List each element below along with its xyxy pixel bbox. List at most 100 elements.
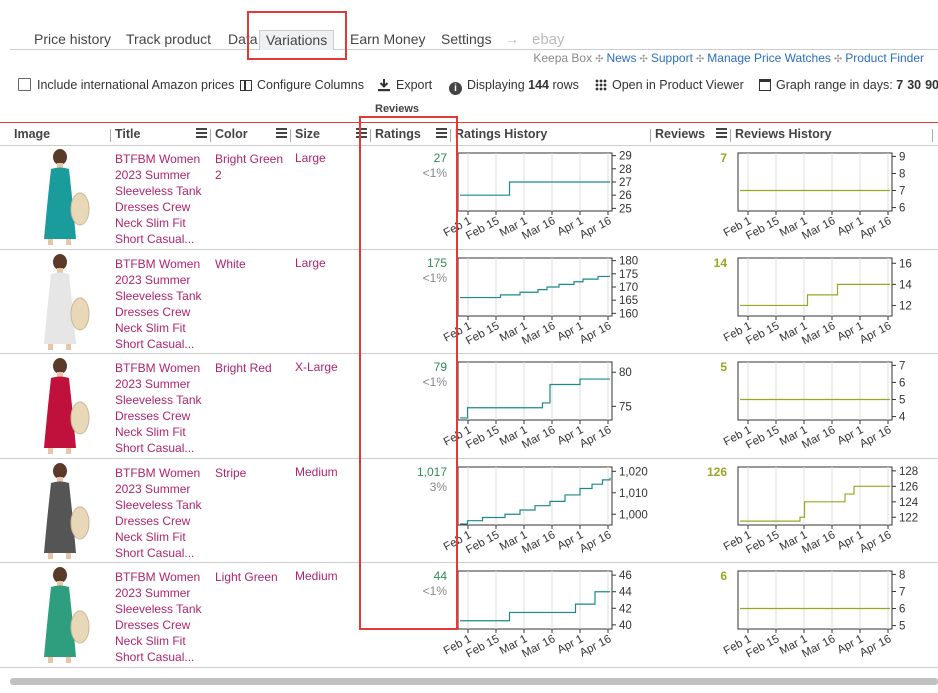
ratings-history-chart[interactable]: Feb 1Feb 15Mar 1Mar 16Apr 1Apr 161801751… [442, 250, 654, 352]
col-image[interactable]: Image [14, 127, 50, 141]
link-support[interactable]: Support [651, 51, 693, 65]
configure-columns-button[interactable]: Configure Columns [240, 77, 364, 93]
model-hair [53, 567, 67, 583]
range-7-days[interactable]: 7 [896, 78, 903, 92]
link-product-finder[interactable]: Product Finder [845, 51, 924, 65]
tab-track-product[interactable]: Track product [126, 30, 211, 49]
include-international-checkbox[interactable]: Include international Amazon prices [18, 77, 234, 93]
title-line: Dresses Crew [115, 200, 191, 214]
y-tick-label: 26 [619, 190, 632, 202]
separator-icon: ✣ [595, 54, 604, 65]
title-line: Short Casual... [115, 545, 195, 560]
export-button[interactable]: Export [377, 77, 432, 93]
tab-price-history[interactable]: Price history [34, 30, 111, 49]
column-menu-icon[interactable] [196, 128, 207, 138]
reviews-history-chart[interactable]: Feb 1Feb 15Mar 1Mar 16Apr 1Apr 167654 [722, 354, 934, 456]
title-line: Short Casual... [115, 336, 195, 351]
title-line: Dresses Crew [115, 409, 191, 423]
plot-frame [737, 361, 893, 421]
y-tick-label: 42 [619, 603, 632, 615]
ratings-history-chart[interactable]: Feb 1Feb 15Mar 1Mar 16Apr 1Apr 161,0201,… [442, 459, 654, 561]
reviews-history-chart[interactable]: Feb 1Feb 15Mar 1Mar 16Apr 1Apr 168765 [722, 563, 934, 665]
col-reviews-history[interactable]: Reviews History [735, 127, 832, 141]
model-hair [53, 462, 67, 479]
product-image[interactable] [36, 147, 90, 245]
link-manage-price-watches[interactable]: Manage Price Watches [707, 51, 831, 65]
tab-settings[interactable]: Settings [441, 30, 492, 49]
ratings-history-chart[interactable]: Feb 1Feb 15Mar 1Mar 16Apr 1Apr 162928272… [442, 145, 654, 247]
col-reviews[interactable]: Reviews [655, 127, 705, 141]
y-tick-label: 5 [899, 395, 905, 407]
x-tick-label: Apr 16 [858, 215, 894, 242]
reviews-count: 14 [713, 255, 727, 270]
y-tick-label: 6 [899, 377, 905, 389]
y-tick-label: 8 [899, 569, 905, 581]
y-tick-label: 1,020 [619, 466, 648, 478]
tab-earn-money[interactable]: Earn Money [350, 30, 425, 49]
product-title-link[interactable]: BTFBM Women 2023 Summer Sleeveless Tank Dre… [115, 465, 207, 561]
col-separator[interactable] [290, 129, 291, 142]
model-hair [53, 149, 67, 165]
download-icon [378, 79, 390, 92]
y-tick-label: 124 [899, 496, 919, 508]
col-title[interactable]: Title [115, 127, 140, 141]
variation-size[interactable]: Large [295, 256, 326, 270]
y-tick-label: 7 [899, 186, 905, 198]
variation-color[interactable]: Stripe [215, 465, 287, 481]
reviews-history-chart[interactable]: Feb 1Feb 15Mar 1Mar 16Apr 1Apr 169876 [722, 145, 934, 247]
variation-size[interactable]: Medium [295, 465, 338, 479]
y-tick-label: 170 [619, 282, 638, 294]
horizontal-scrollbar[interactable] [10, 678, 938, 685]
product-title-link[interactable]: BTFBM Women 2023 Summer Sleeveless Tank Dre… [115, 151, 207, 247]
product-title-link[interactable]: BTFBM Women 2023 Summer Sleeveless Tank Dre… [115, 256, 207, 352]
product-image[interactable] [36, 565, 90, 663]
y-tick-label: 40 [619, 620, 632, 632]
title-line: Sleeveless Tank [115, 497, 202, 512]
col-color[interactable]: Color [215, 127, 248, 141]
separator-icon: ✣ [695, 54, 705, 65]
title-line: 2023 Summer [115, 272, 191, 287]
title-line: Dresses Crew [115, 618, 191, 632]
product-title-link[interactable]: BTFBM Women 2023 Summer Sleeveless Tank Dre… [115, 360, 207, 456]
link-news[interactable]: News [606, 51, 636, 65]
variation-color[interactable]: Bright Red [215, 360, 287, 376]
col-size[interactable]: Size [295, 127, 320, 141]
col-separator[interactable] [110, 129, 111, 142]
variation-size[interactable]: Medium [295, 569, 338, 583]
col-separator[interactable] [210, 129, 211, 142]
open-product-viewer-button[interactable]: Open in Product Viewer [595, 77, 744, 93]
variation-color[interactable]: Light Green [215, 569, 287, 585]
product-image[interactable] [36, 252, 90, 350]
tab-ebay[interactable]: ebay [532, 30, 565, 49]
variation-size[interactable]: X-Large [295, 360, 338, 374]
reviews-count: 7 [720, 151, 727, 165]
checkbox-icon[interactable] [18, 78, 31, 91]
title-line: Short Casual... [115, 650, 195, 664]
col-ratings-history[interactable]: Ratings History [455, 127, 547, 141]
range-90-days[interactable]: 90 [925, 78, 938, 92]
model-leg [48, 343, 53, 350]
range-30-days[interactable]: 30 [907, 78, 921, 92]
y-tick-label: 25 [619, 203, 632, 215]
keepa-box-link[interactable]: Keepa Box [533, 51, 592, 65]
column-menu-icon[interactable] [716, 128, 727, 138]
col-separator[interactable] [730, 129, 731, 142]
product-image[interactable] [36, 356, 90, 454]
calendar-icon [759, 79, 771, 91]
model-leg [66, 239, 71, 245]
variation-color[interactable]: White [215, 256, 287, 272]
col-separator[interactable] [650, 129, 651, 142]
handbag-shape [70, 401, 90, 435]
reviews-history-chart[interactable]: Feb 1Feb 15Mar 1Mar 16Apr 1Apr 16161412 [722, 250, 934, 352]
column-menu-icon[interactable] [276, 128, 287, 138]
reviews-history-chart[interactable]: Feb 1Feb 15Mar 1Mar 16Apr 1Apr 161281261… [722, 459, 934, 561]
ratings-history-chart[interactable]: Feb 1Feb 15Mar 1Mar 16Apr 1Apr 164644424… [442, 563, 654, 665]
product-image[interactable] [36, 461, 90, 559]
col-separator[interactable] [932, 129, 933, 142]
variation-color[interactable]: Bright Green 2 [215, 151, 287, 183]
ratings-history-chart[interactable]: Feb 1Feb 15Mar 1Mar 16Apr 1Apr 168075 [442, 354, 654, 456]
y-tick-label: 160 [619, 308, 638, 320]
model-leg [66, 343, 71, 350]
product-title-link[interactable]: BTFBM Women 2023 Summer Sleeveless Tank Dre… [115, 569, 207, 665]
variation-size[interactable]: Large [295, 151, 326, 165]
